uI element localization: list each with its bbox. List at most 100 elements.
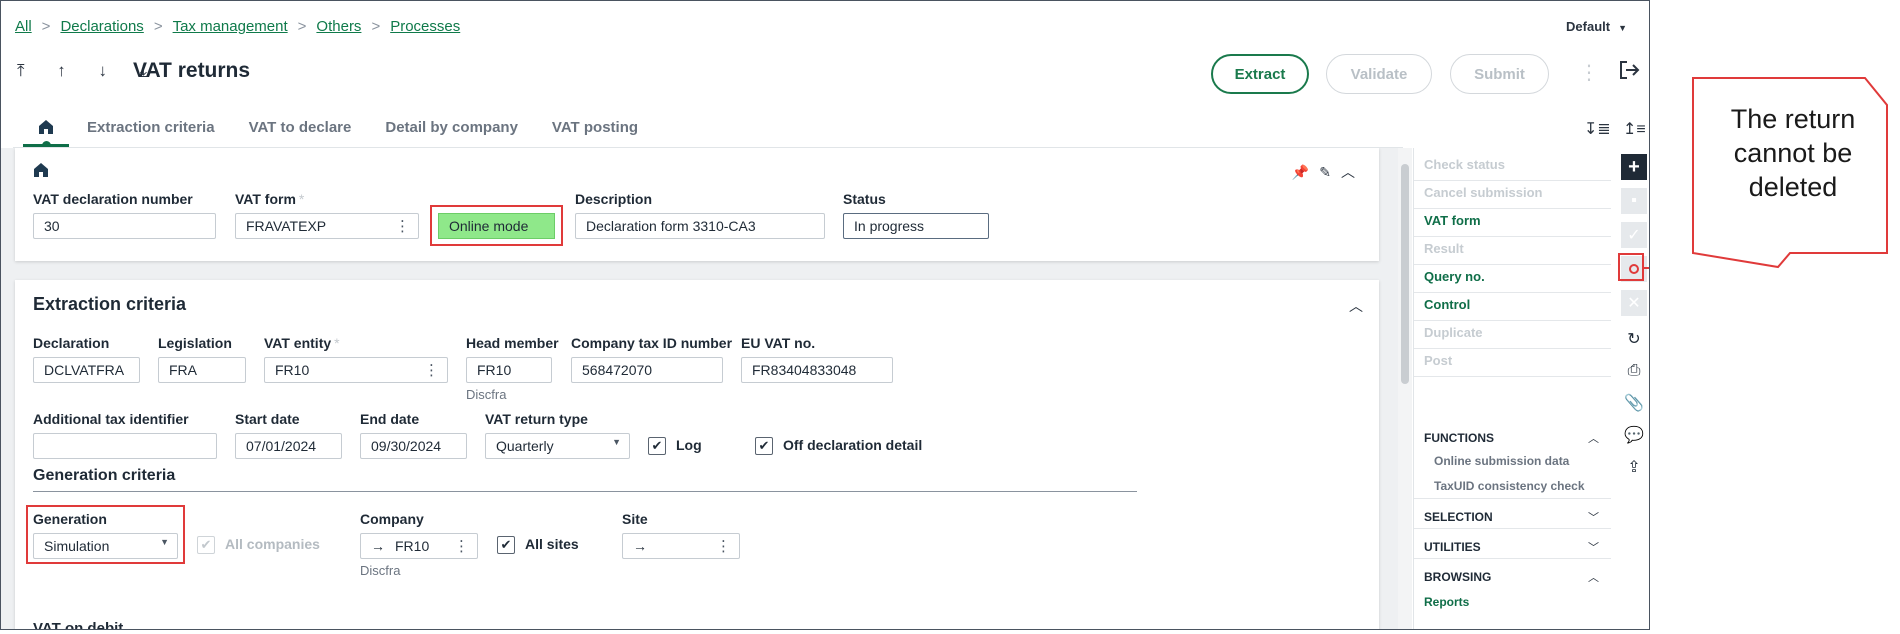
site-field[interactable]: → ⋮: [622, 533, 740, 559]
browsing-reports[interactable]: Reports: [1424, 595, 1469, 609]
print-icon[interactable]: ⎙: [1621, 358, 1647, 384]
log-label: Log: [676, 437, 702, 453]
log-checkbox[interactable]: ✔: [648, 437, 666, 455]
head-member-sub: Discfra: [466, 387, 507, 402]
tab-detail-by-company[interactable]: Detail by company: [385, 119, 518, 147]
browsing-section[interactable]: BROWSING: [1424, 570, 1491, 584]
action-post[interactable]: Post: [1414, 344, 1611, 377]
all-sites-label: All sites: [525, 536, 579, 552]
company-label: Company: [360, 511, 424, 527]
refresh-icon[interactable]: ↻: [1621, 326, 1647, 352]
text-size-icon[interactable]: ↧≣: [1584, 119, 1611, 139]
chevron-down-icon[interactable]: ﹀: [1588, 539, 1599, 555]
generation-criteria-title: Generation criteria: [33, 467, 176, 484]
kebab-icon[interactable]: ⋮: [716, 537, 731, 555]
tab-home[interactable]: [23, 119, 69, 150]
breadcrumb-others[interactable]: Others: [316, 18, 361, 35]
vat-returns-window: All > Declarations > Tax management > Others > P…: [0, 0, 1650, 630]
legislation-field[interactable]: FRA: [158, 357, 246, 383]
kebab-icon[interactable]: ⋮: [395, 217, 410, 235]
tab-extraction-criteria[interactable]: Extraction criteria: [87, 119, 215, 147]
breadcrumb-tax-management[interactable]: Tax management: [173, 18, 288, 35]
add-tax-label: Additional tax identifier: [33, 411, 189, 427]
arrow-right-icon: →: [633, 538, 647, 554]
status-label: Status: [843, 191, 886, 207]
all-companies-checkbox[interactable]: ✔: [197, 536, 215, 554]
vat-form-field[interactable]: FRAVATEXP ⋮: [235, 213, 419, 239]
chevron-up-icon[interactable]: ︿: [1588, 569, 1599, 585]
legislation-label: Legislation: [158, 335, 232, 351]
company-tax-field[interactable]: 568472070: [571, 357, 723, 383]
vat-form-label: VAT form *: [235, 191, 305, 207]
chevron-down-icon[interactable]: ﹀: [1588, 509, 1599, 525]
decl-number-field[interactable]: 30: [33, 213, 216, 239]
divider: [1414, 528, 1611, 529]
site-label: Site: [622, 511, 648, 527]
all-companies-label: All companies: [225, 536, 320, 552]
company-field[interactable]: → FR10 ⋮: [360, 533, 478, 559]
section-divider: [33, 491, 1137, 492]
off-decl-checkbox[interactable]: ✔: [755, 437, 773, 455]
chevron-up-icon[interactable]: ︿: [1588, 430, 1599, 446]
exit-icon[interactable]: [1618, 59, 1640, 81]
vat-on-debit-title: VAT on debit: [33, 620, 124, 630]
edit-icon[interactable]: ✎: [1319, 164, 1341, 180]
vat-entity-field[interactable]: FR10 ⋮: [264, 357, 448, 383]
tab-vat-posting[interactable]: VAT posting: [552, 119, 638, 147]
head-member-field[interactable]: FR10: [466, 357, 552, 383]
return-type-select[interactable]: Quarterly ▼: [485, 433, 630, 459]
utilities-section[interactable]: UTILITIES: [1424, 540, 1481, 554]
function-online-submission[interactable]: Online submission data: [1434, 454, 1569, 468]
tab-bar: Extraction criteria VAT to declare Detai…: [23, 119, 672, 150]
start-date-label: Start date: [235, 411, 300, 427]
extract-button[interactable]: Extract: [1211, 54, 1309, 94]
collapse-icon[interactable]: ︿: [1341, 164, 1365, 180]
export-icon[interactable]: ⇪: [1621, 454, 1647, 480]
breadcrumb-all[interactable]: All: [15, 18, 32, 35]
kebab-icon[interactable]: ⋮: [454, 537, 469, 555]
function-taxuid-check[interactable]: TaxUID consistency check: [1434, 479, 1585, 493]
default-selector[interactable]: Default ▼: [1566, 19, 1627, 34]
more-actions-icon[interactable]: ⋮: [1579, 60, 1599, 85]
attachment-icon[interactable]: 📎: [1621, 390, 1647, 416]
divider: [1414, 498, 1611, 499]
end-date-field[interactable]: 09/30/2024: [360, 433, 467, 459]
scrollbar-thumb[interactable]: [1401, 164, 1409, 384]
actions-panel: Check status Cancel submission VAT form …: [1413, 148, 1611, 629]
generation-highlight: [26, 505, 185, 564]
home-icon: [34, 163, 48, 177]
functions-section[interactable]: FUNCTIONS: [1424, 431, 1494, 445]
status-field: In progress: [843, 213, 989, 239]
eu-vat-field[interactable]: FR83404833048: [741, 357, 893, 383]
callout-text: The return cannot be deleted: [1730, 104, 1856, 202]
breadcrumb-processes[interactable]: Processes: [390, 18, 460, 35]
default-label: Default: [1566, 19, 1611, 34]
close-icon[interactable]: ✕: [1621, 290, 1647, 316]
icon-toolbar: + ▪ ✓ ✕ ↻ ⎙ 📎 💬 ⇪: [1617, 148, 1649, 629]
declaration-field[interactable]: DCLVATFRA: [33, 357, 140, 383]
head-member-label: Head member: [466, 335, 559, 351]
checkmark-icon[interactable]: ✓: [1621, 222, 1647, 248]
decl-number-label: VAT declaration number: [33, 191, 193, 207]
validate-button[interactable]: Validate: [1326, 54, 1432, 94]
all-sites-checkbox[interactable]: ✔: [497, 536, 515, 554]
start-date-field[interactable]: 07/01/2024: [235, 433, 342, 459]
kebab-icon[interactable]: ⋮: [424, 361, 439, 379]
main-content: 📌✎︿ VAT declaration number 30 VAT form * …: [1, 148, 1399, 630]
selection-section[interactable]: SELECTION: [1424, 510, 1493, 524]
online-mode-highlight: [430, 205, 563, 246]
company-tax-label: Company tax ID number: [571, 335, 733, 351]
add-tax-field[interactable]: [33, 433, 217, 459]
add-icon[interactable]: +: [1621, 154, 1647, 180]
collapse-icon[interactable]: ︿: [1349, 296, 1363, 316]
pin-icon[interactable]: 📌: [1292, 164, 1319, 180]
tab-vat-to-declare[interactable]: VAT to declare: [249, 119, 352, 147]
description-field[interactable]: Declaration form 3310-CA3: [575, 213, 825, 239]
collapse-all-icon[interactable]: ↥≡: [1623, 119, 1646, 139]
comment-icon[interactable]: 💬: [1621, 422, 1647, 448]
breadcrumb-declarations[interactable]: Declarations: [60, 18, 143, 35]
declaration-label: Declaration: [33, 335, 110, 351]
callout-connector: [1644, 267, 1649, 269]
save-icon[interactable]: ▪: [1621, 188, 1647, 214]
submit-button[interactable]: Submit: [1450, 54, 1549, 94]
